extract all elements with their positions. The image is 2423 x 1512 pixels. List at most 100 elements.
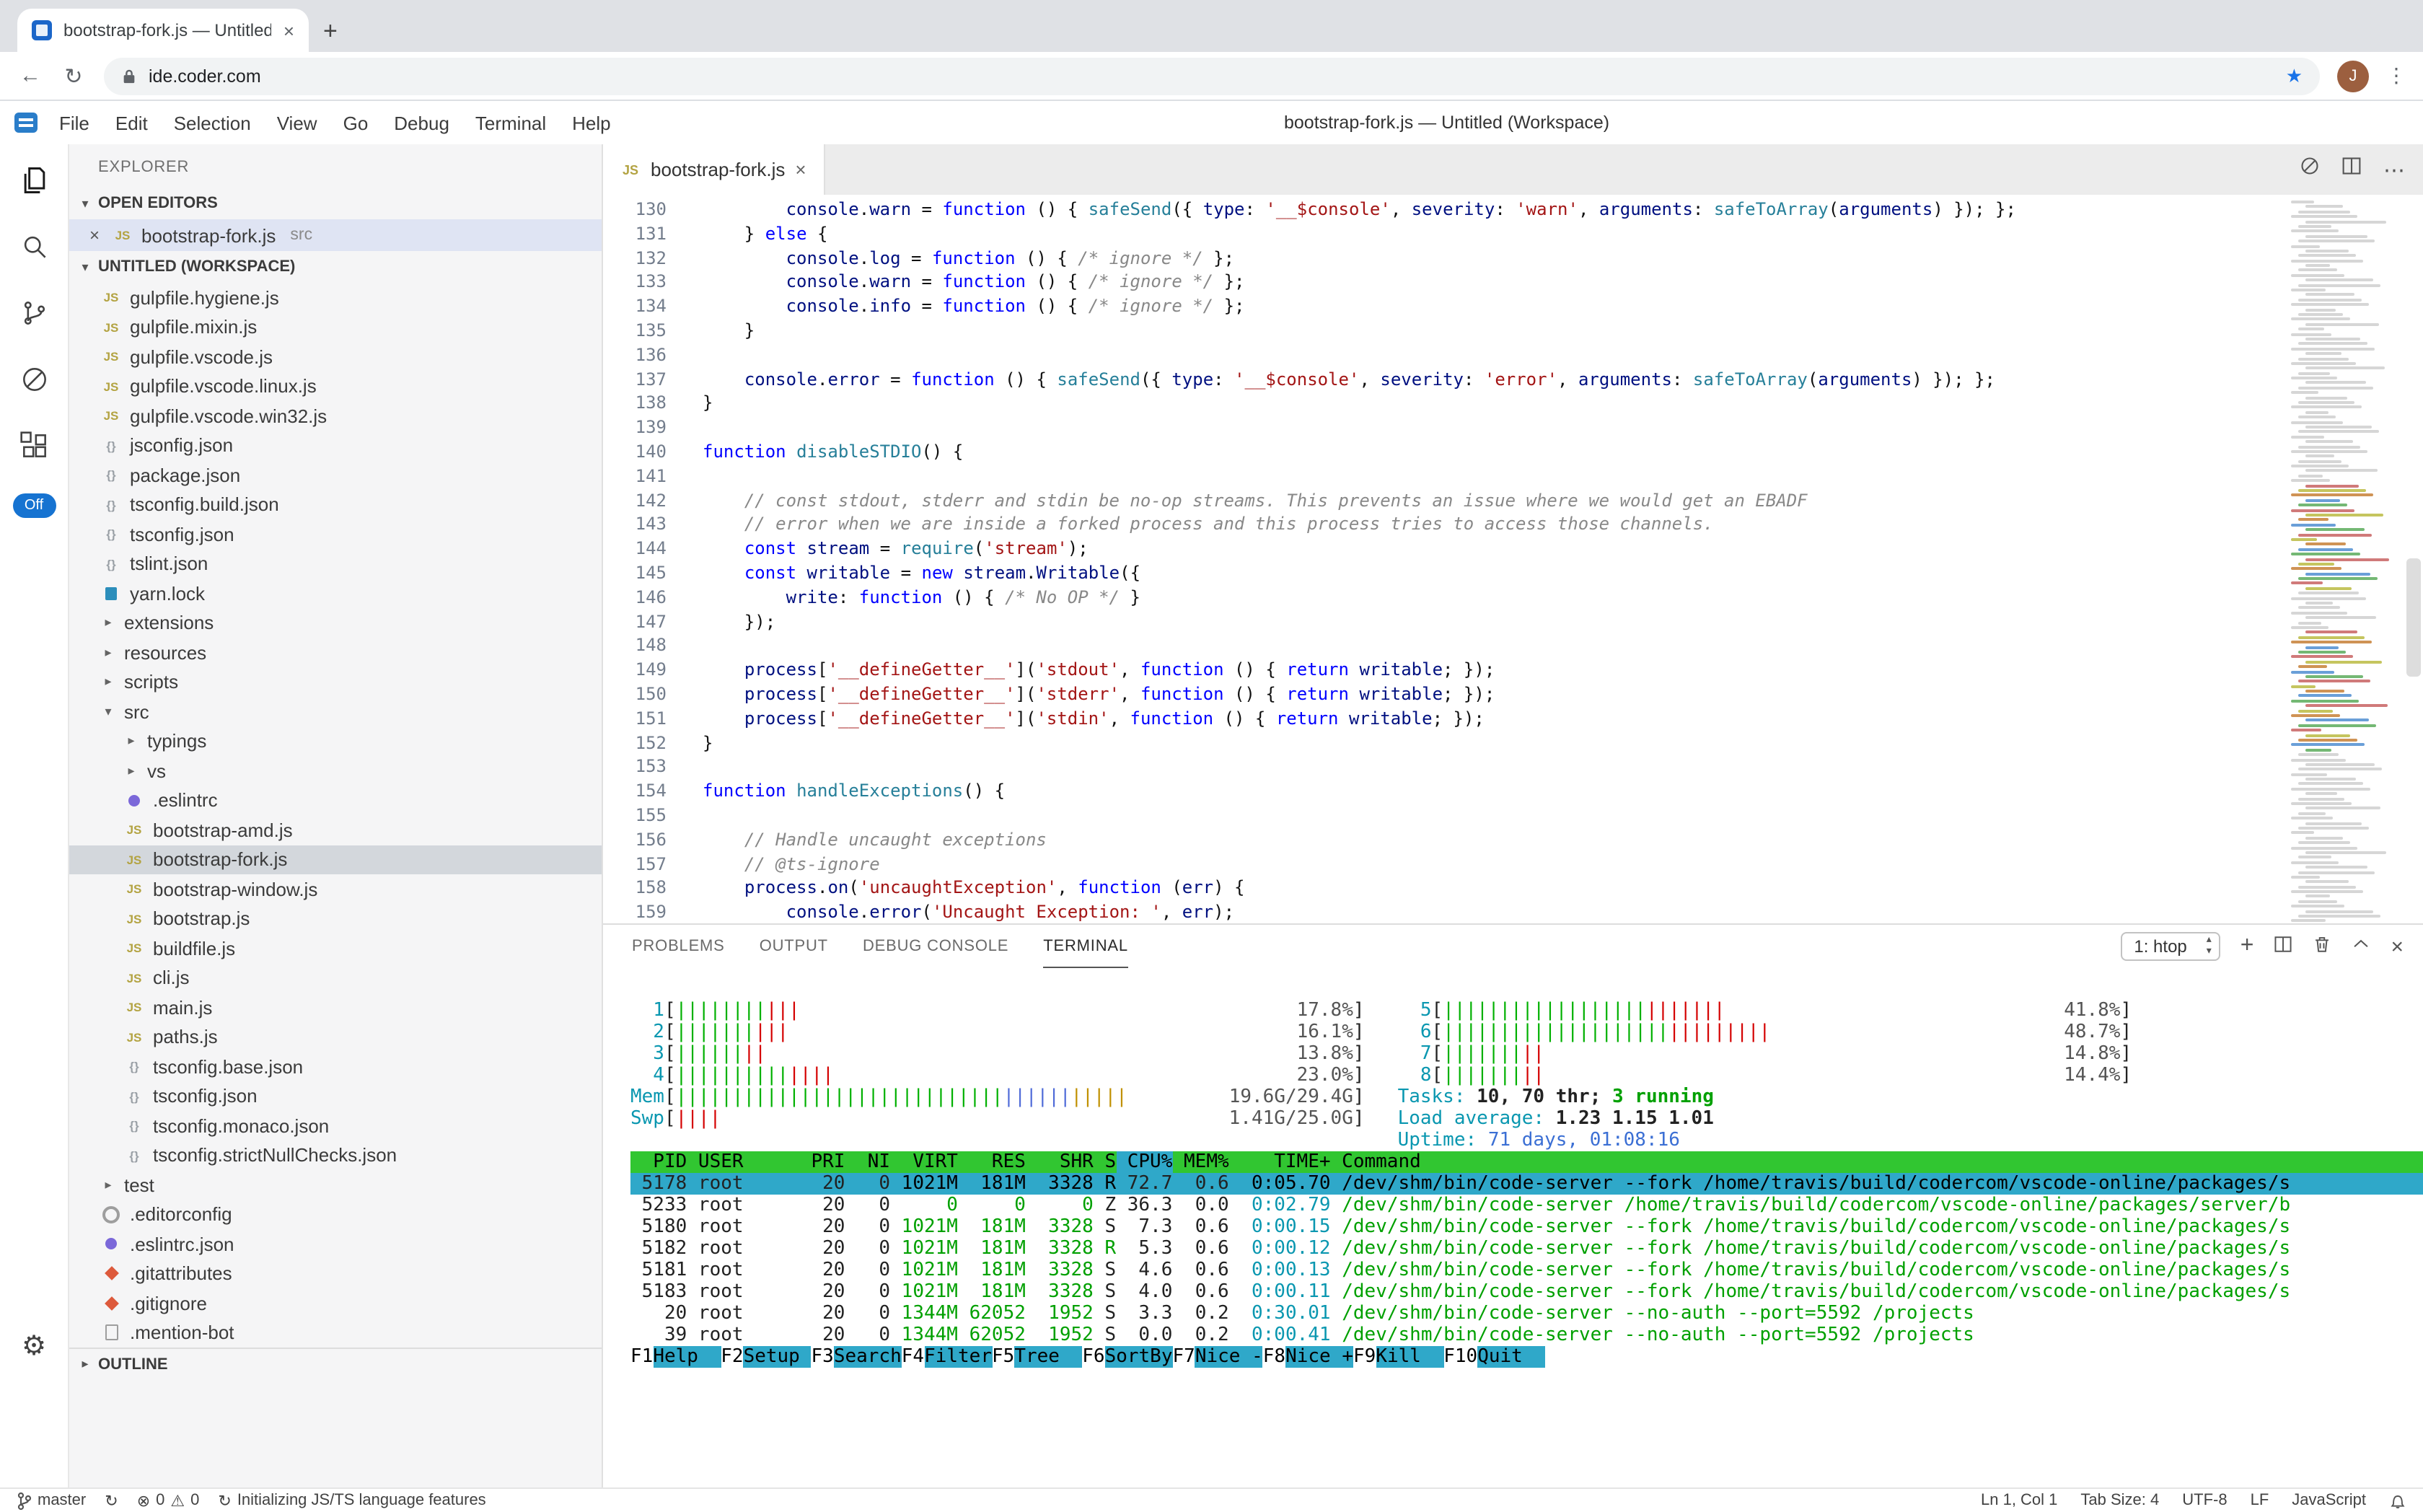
tree-item-typings[interactable]: ▸typings (69, 726, 602, 756)
branch-indicator[interactable]: master (17, 1491, 86, 1510)
tab-close-icon[interactable]: × (283, 19, 294, 41)
menu-view[interactable]: View (264, 112, 330, 133)
htop-function-bar[interactable]: F1Help F2Setup F3SearchF4FilterF5Tree F6… (630, 1346, 2423, 1368)
bookmark-star-icon[interactable]: ★ (2286, 64, 2303, 87)
tree-item-package.json[interactable]: {}package.json (69, 460, 602, 490)
tree-item-gulpfile.vscode.linux.js[interactable]: JSgulpfile.vscode.linux.js (69, 372, 602, 401)
tree-item-paths.js[interactable]: JSpaths.js (69, 1022, 602, 1052)
tree-item-bootstrap.js[interactable]: JSbootstrap.js (69, 904, 602, 933)
code-line-148[interactable]: 148 (603, 634, 2285, 659)
tree-item-tsconfig.monaco.json[interactable]: {}tsconfig.monaco.json (69, 1111, 602, 1140)
new-terminal-icon[interactable]: + (2240, 935, 2254, 958)
open-changes-icon[interactable] (2300, 156, 2320, 183)
tree-item-tsconfig.base.json[interactable]: {}tsconfig.base.json (69, 1052, 602, 1081)
tree-item-bootstrap-window.js[interactable]: JSbootstrap-window.js (69, 874, 602, 904)
open-editor-item[interactable]: × JS bootstrap-fork.js src (69, 219, 602, 251)
menu-edit[interactable]: Edit (102, 112, 161, 133)
outline-header[interactable]: ▸ OUTLINE (69, 1348, 602, 1379)
code-line-137[interactable]: 137 console.error = function () { safeSe… (603, 367, 2285, 392)
browser-tab[interactable]: bootstrap-fork.js — Untitled (W × (17, 9, 309, 52)
split-editor-icon[interactable] (2341, 156, 2362, 183)
code-line-151[interactable]: 151 process['__defineGetter__']('stdin',… (603, 706, 2285, 731)
code-line-145[interactable]: 145 const writable = new stream.Writable… (603, 561, 2285, 586)
refresh-icon[interactable]: ↻ (61, 63, 87, 89)
code-line-138[interactable]: 138} (603, 392, 2285, 416)
process-row-5178[interactable]: 5178 root 20 0 1021M 181M 3328 R 72.7 0.… (630, 1173, 2423, 1195)
code-line-152[interactable]: 152} (603, 731, 2285, 755)
tree-item-gulpfile.mixin.js[interactable]: JSgulpfile.mixin.js (69, 312, 602, 342)
close-panel-icon[interactable]: × (2391, 936, 2404, 957)
menu-file[interactable]: File (46, 112, 102, 133)
tree-item-scripts[interactable]: ▸scripts (69, 667, 602, 697)
browser-menu-icon[interactable]: ⋮ (2386, 63, 2406, 88)
code-line-150[interactable]: 150 process['__defineGetter__']('stderr'… (603, 682, 2285, 707)
menu-debug[interactable]: Debug (381, 112, 462, 133)
tree-item-.mention-bot[interactable]: .mention-bot (69, 1318, 602, 1348)
tree-item-.editorconfig[interactable]: .editorconfig (69, 1200, 602, 1229)
tab-terminal[interactable]: TERMINAL (1043, 925, 1128, 968)
tab-debug-console[interactable]: DEBUG CONSOLE (863, 925, 1008, 968)
process-row-39[interactable]: 39 root 20 0 1344M 62052 1952 S 0.0 0.2 … (630, 1324, 2423, 1346)
menu-help[interactable]: Help (559, 112, 624, 133)
address-bar[interactable]: ide.coder.com ★ (104, 57, 2320, 94)
code-line-133[interactable]: 133 console.warn = function () { /* igno… (603, 271, 2285, 295)
process-row-5180[interactable]: 5180 root 20 0 1021M 181M 3328 S 7.3 0.6… (630, 1216, 2423, 1238)
problems-indicator[interactable]: ⊗ 0 ⚠ 0 (137, 1491, 200, 1510)
language-mode[interactable]: JavaScript (2292, 1492, 2366, 1509)
code-line-156[interactable]: 156 // Handle uncaught exceptions (603, 827, 2285, 852)
code-line-153[interactable]: 153 (603, 755, 2285, 780)
process-row-5233[interactable]: 5233 root 20 0 0 0 0 Z 36.3 0.0 0:02.79 … (630, 1195, 2423, 1216)
terminal-select[interactable]: 1: htop ▴▾ (2121, 932, 2220, 961)
collaboration-off-badge[interactable]: Off (12, 493, 56, 518)
tree-item-tslint.json[interactable]: {}tslint.json (69, 549, 602, 579)
code-line-149[interactable]: 149 process['__defineGetter__']('stdout'… (603, 658, 2285, 682)
scrollbar-thumb[interactable] (2406, 558, 2421, 677)
tree-item-cli.js[interactable]: JScli.js (69, 963, 602, 993)
tree-item-tsconfig.json[interactable]: {}tsconfig.json (69, 1081, 602, 1111)
tree-item-gulpfile.vscode.js[interactable]: JSgulpfile.vscode.js (69, 342, 602, 372)
code-line-141[interactable]: 141 (603, 465, 2285, 489)
code-line-139[interactable]: 139 (603, 416, 2285, 440)
tree-item-gulpfile.vscode.win32.js[interactable]: JSgulpfile.vscode.win32.js (69, 401, 602, 431)
tree-item-extensions[interactable]: ▸extensions (69, 608, 602, 638)
tree-item-bootstrap-amd.js[interactable]: JSbootstrap-amd.js (69, 815, 602, 845)
code-line-142[interactable]: 142 // const stdout, stderr and stdin be… (603, 488, 2285, 513)
sync-indicator[interactable]: ↻ (105, 1491, 118, 1510)
tree-item-tsconfig.build.json[interactable]: {}tsconfig.build.json (69, 490, 602, 519)
tab-problems[interactable]: PROBLEMS (632, 925, 725, 968)
code-line-132[interactable]: 132 console.log = function () { /* ignor… (603, 246, 2285, 271)
terminal-view[interactable]: 1[||||||||||| 17.8%] 2[|||||||||| 16.1%]… (603, 968, 2423, 1487)
encoding[interactable]: UTF-8 (2182, 1492, 2227, 1509)
more-actions-icon[interactable]: ⋯ (2383, 157, 2406, 183)
tree-item-buildfile.js[interactable]: JSbuildfile.js (69, 933, 602, 963)
kill-terminal-icon[interactable] (2313, 935, 2331, 958)
menu-selection[interactable]: Selection (161, 112, 264, 133)
process-row-20[interactable]: 20 root 20 0 1344M 62052 1952 S 3.3 0.2 … (630, 1303, 2423, 1324)
tree-item-src[interactable]: ▾src (69, 697, 602, 726)
tree-item-yarn.lock[interactable]: yarn.lock (69, 579, 602, 608)
code-line-136[interactable]: 136 (603, 343, 2285, 368)
tree-item-vs[interactable]: ▸vs (69, 756, 602, 786)
tree-item-tsconfig.json[interactable]: {}tsconfig.json (69, 519, 602, 549)
tree-item-.eslintrc[interactable]: .eslintrc (69, 786, 602, 815)
debug-icon[interactable] (16, 361, 52, 397)
editor-tab-bootstrap-fork[interactable]: JS bootstrap-fork.js × (603, 144, 825, 195)
code-line-131[interactable]: 131 } else { (603, 222, 2285, 247)
code-line-158[interactable]: 158 process.on('uncaughtException', func… (603, 876, 2285, 901)
menu-terminal[interactable]: Terminal (462, 112, 559, 133)
notifications-bell-icon[interactable] (2389, 1492, 2406, 1509)
avatar[interactable]: J (2337, 60, 2369, 92)
code-line-155[interactable]: 155 (603, 804, 2285, 828)
code-line-154[interactable]: 154function handleExceptions() { (603, 779, 2285, 804)
close-icon[interactable]: × (89, 225, 104, 245)
code-line-147[interactable]: 147 }); (603, 610, 2285, 634)
menu-go[interactable]: Go (330, 112, 382, 133)
split-terminal-icon[interactable] (2274, 935, 2292, 958)
tree-item-resources[interactable]: ▸resources (69, 638, 602, 667)
code-line-157[interactable]: 157 // @ts-ignore (603, 852, 2285, 876)
code-line-146[interactable]: 146 write: function () { /* No OP */ } (603, 586, 2285, 610)
explorer-icon[interactable] (16, 162, 52, 198)
eol[interactable]: LF (2251, 1492, 2269, 1509)
coder-logo-icon[interactable] (14, 113, 38, 133)
tree-item-.gitignore[interactable]: .gitignore (69, 1288, 602, 1318)
